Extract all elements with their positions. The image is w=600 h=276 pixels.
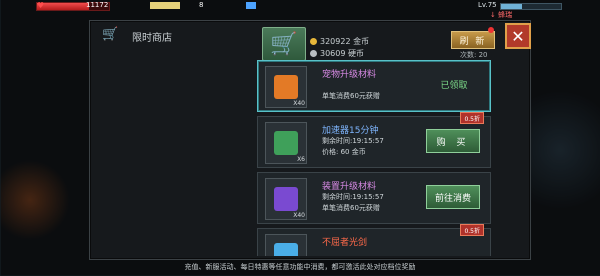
item-name: 加速器15分钟: [322, 126, 379, 136]
mana-icon: [246, 2, 256, 9]
item-detail: 单笔消费60元获赠: [322, 92, 380, 100]
top-hud: ♥ 11172 8 Lv.75 ↓ 蜂瑞: [0, 0, 600, 19]
item-icon-image: [274, 131, 298, 155]
refresh-count: 次数: 20: [460, 51, 488, 59]
hp-bar-fill: [37, 3, 89, 10]
item-detail: 单笔消费60元获赠: [322, 204, 380, 212]
shop-cart-icon: 🛒: [102, 27, 119, 42]
buy-button[interactable]: 购 买: [426, 129, 480, 153]
item-list[interactable]: X40 宠物升级材料 单笔消费60元获赠 已领取 X6 加速器15分钟 剩余时间:19:15…: [257, 60, 495, 256]
footer-note: 充值、新服活动、每日特惠等任意功能中消费，都可激活此处对应档位奖励: [184, 263, 416, 271]
item-name: 不屈者光剑: [322, 238, 368, 248]
hp-value: 11172: [86, 1, 109, 9]
level-bar-fill: [501, 4, 522, 9]
item-multiplier: X40: [293, 100, 305, 107]
refresh-button[interactable]: 刷 新: [451, 31, 495, 49]
silver-coin-icon: [310, 50, 317, 57]
item-icon: X6: [265, 122, 307, 164]
gold-coin-icon: [310, 38, 317, 45]
buff-label: ↓ 蜂瑞: [490, 11, 513, 19]
gold-amount: 320922 金币: [320, 37, 370, 46]
level-bar: [500, 3, 562, 10]
item-multiplier: X40: [293, 212, 305, 219]
level-label: Lv.75: [478, 1, 497, 9]
item-card[interactable]: 不屈者光剑 0.5折: [257, 224, 491, 256]
currency-display: 320922 金币 30609 硬币: [310, 36, 369, 60]
item-icon-image: [274, 187, 298, 211]
item-time-left: 剩余时间:19:15:57: [322, 193, 384, 201]
go-spend-button[interactable]: 前往消费: [426, 185, 480, 209]
shop-title: 限时商店: [132, 33, 172, 44]
item-time-left: 剩余时间:19:15:57: [322, 137, 384, 145]
item-name: 装置升级材料: [322, 182, 377, 192]
item-icon-image: [274, 75, 298, 99]
item-icon: X40: [265, 66, 307, 108]
item-card[interactable]: X40 装置升级材料 剩余时间:19:15:57 单笔消费60元获赠 前往消费: [257, 172, 491, 224]
item-icon: [265, 234, 307, 256]
item-name: 宠物升级材料: [322, 70, 377, 80]
item-icon-image: [274, 243, 298, 256]
item-card[interactable]: X6 加速器15分钟 剩余时间:19:15:57 价格: 60 金币 购 买 0.5折: [257, 112, 491, 168]
claimed-label: 已领取: [440, 80, 468, 91]
item-multiplier: X6: [297, 156, 305, 163]
discount-badge: 0.5折: [460, 224, 484, 236]
notification-dot: [488, 27, 494, 33]
item-card[interactable]: X40 宠物升级材料 单笔消费60元获赠 已领取: [257, 60, 491, 112]
close-button[interactable]: ✕: [505, 23, 531, 49]
heart-icon: ♥: [37, 1, 45, 10]
top-counter: 8: [199, 1, 204, 9]
item-icon: X40: [265, 178, 307, 220]
coin-amount: 30609 硬币: [320, 49, 364, 58]
item-detail: 价格: 60 金币: [322, 148, 366, 156]
buff-icons: [150, 2, 180, 9]
cart-icon: 🛒: [262, 27, 306, 61]
discount-badge: 0.5折: [460, 112, 484, 124]
